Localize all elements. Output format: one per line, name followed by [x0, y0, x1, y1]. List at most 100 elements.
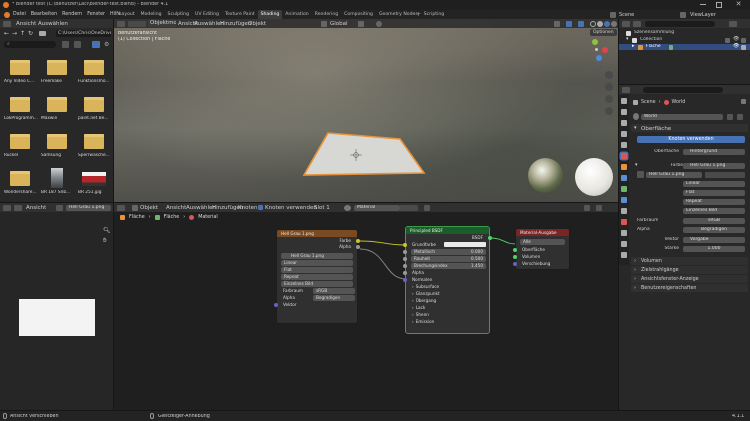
- outliner-row-scene-collection[interactable]: Szenensammlung: [619, 30, 750, 36]
- viewport-editor-icon[interactable]: [117, 20, 125, 27]
- outliner-display-mode-icon[interactable]: [633, 20, 641, 27]
- properties-section-header[interactable]: › Zielstrahlgänge: [631, 266, 748, 274]
- expand-arrow-icon[interactable]: ▾: [626, 36, 629, 42]
- properties-tab-icon[interactable]: [621, 186, 627, 192]
- properties-tab-icon[interactable]: [621, 164, 627, 170]
- bsdf-panel-toggle[interactable]: › Emission: [406, 318, 489, 325]
- zoom-tool-icon[interactable]: [605, 71, 613, 79]
- outliner-row-plane[interactable]: ▸ Fläche 👁︎: [619, 43, 750, 50]
- pan-tool-icon[interactable]: [605, 83, 613, 91]
- file-item[interactable]: BR 187 Snb...: [41, 168, 75, 202]
- file-item[interactable]: Wondershare...: [4, 168, 38, 202]
- eye-icon[interactable]: 👁︎: [733, 36, 739, 42]
- properties-tab-icon[interactable]: [621, 241, 627, 247]
- file-item[interactable]: Funktionsmo...: [78, 57, 112, 91]
- camera-icon[interactable]: [741, 37, 746, 43]
- shading-solid-icon[interactable]: [597, 20, 603, 27]
- workspace-tab[interactable]: Texture Paint: [222, 10, 258, 19]
- snap-icon[interactable]: [358, 20, 364, 27]
- properties-tab-icon[interactable]: [621, 219, 627, 225]
- workspace-tab[interactable]: Layout: [116, 10, 138, 19]
- properties-tab-icon[interactable]: [621, 109, 627, 115]
- shader-node-editor[interactable]: Objekt Ansicht Auswählen Hinzufügen Knot…: [114, 203, 618, 410]
- select-mode-icons[interactable]: [128, 20, 146, 27]
- bsdf-field-row[interactable]: Rauheit 0.500: [403, 255, 489, 262]
- alpha-mode-dropdown[interactable]: Begradigen: [313, 295, 355, 301]
- vector-field[interactable]: Vorgabe: [683, 236, 745, 243]
- properties-search-input[interactable]: [643, 86, 723, 93]
- options-dropdown[interactable]: Optionen: [590, 29, 617, 36]
- properties-section-header[interactable]: › Ansichtsfenster-Anzeige: [631, 275, 748, 283]
- color-input-field[interactable]: Hell Grau 1.png: [683, 162, 745, 169]
- alpha-input-socket[interactable]: [403, 270, 407, 275]
- extension-dropdown[interactable]: Repeat: [683, 199, 745, 205]
- minimize-button[interactable]: [700, 4, 706, 5]
- forward-arrow-icon[interactable]: →: [12, 30, 17, 37]
- file-item[interactable]: paint.net Be...: [78, 94, 112, 128]
- bsdf-field-socket[interactable]: [403, 263, 407, 268]
- file-item[interactable]: Any Video C...: [4, 57, 38, 91]
- expand-arrow-icon[interactable]: ▸: [632, 43, 635, 49]
- world-fake-user-icon[interactable]: [727, 113, 733, 120]
- interpolation-dropdown[interactable]: Linear: [683, 181, 745, 187]
- shading-rendered-icon[interactable]: [611, 20, 617, 27]
- maximize-button[interactable]: [716, 2, 722, 8]
- bsdf-node-header[interactable]: Principled BSDF: [406, 227, 489, 234]
- image-browse-icon[interactable]: [637, 171, 644, 178]
- transform-orientation[interactable]: Global: [330, 21, 348, 27]
- image-node-projection[interactable]: Flat: [281, 267, 353, 273]
- use-nodes-button[interactable]: Knoten verwenden: [637, 136, 745, 143]
- workspace-tab[interactable]: Compositing: [341, 10, 376, 19]
- file-item[interactable]: Ruckel: [4, 131, 38, 165]
- outliner-filter-icon[interactable]: [729, 20, 737, 27]
- view-mode-icon[interactable]: [14, 204, 22, 211]
- strength-field[interactable]: 1.000: [683, 245, 745, 252]
- sort-icon[interactable]: [74, 41, 81, 48]
- camera-icon[interactable]: [741, 44, 746, 50]
- world-name-field[interactable]: World: [641, 113, 723, 120]
- shading-material-icon[interactable]: [604, 20, 610, 27]
- properties-tab-icon[interactable]: [621, 175, 627, 181]
- image-node-interpolation[interactable]: Linear: [281, 260, 353, 266]
- vector-socket[interactable]: [274, 302, 278, 307]
- material-output-node[interactable]: Material-Ausgabe Alle Oberfläche Volumen…: [513, 228, 570, 270]
- world-unlink-icon[interactable]: [737, 113, 743, 120]
- vp-menu-add[interactable]: Hinzufügen: [220, 21, 251, 27]
- shading-wireframe-icon[interactable]: [590, 20, 596, 27]
- workspace-tab[interactable]: Animation: [282, 10, 311, 19]
- properties-tab-icon[interactable]: [621, 131, 627, 137]
- base-color-socket[interactable]: [403, 242, 407, 247]
- workspace-tab[interactable]: Shading: [257, 10, 283, 19]
- filter-icon[interactable]: [92, 41, 100, 48]
- file-item[interactable]: Sperrwasche...: [78, 131, 112, 165]
- properties-editor-icon[interactable]: [622, 86, 630, 93]
- bsdf-field-slider[interactable]: Brechungsindex 1.450: [411, 263, 486, 269]
- overlay-toggle-icon[interactable]: [578, 20, 584, 27]
- blender-menu-icon[interactable]: [4, 11, 10, 18]
- close-button[interactable]: ✕: [734, 0, 743, 9]
- image-node-extension[interactable]: Repeat: [281, 274, 353, 280]
- surface-socket[interactable]: [513, 247, 517, 252]
- bsdf-field-row[interactable]: Brechungsindex 1.450: [403, 262, 489, 269]
- workspace-tab[interactable]: Scripting: [421, 10, 447, 19]
- file-item[interactable]: BR 251.jpg: [78, 168, 112, 202]
- orientation-icon[interactable]: [321, 20, 327, 27]
- outliner-search-input[interactable]: [645, 20, 715, 27]
- output-target-dropdown[interactable]: Alle: [520, 239, 565, 245]
- file-browser-editor-icon[interactable]: [3, 20, 11, 27]
- add-workspace-icon[interactable]: +: [416, 11, 421, 18]
- image-node-source[interactable]: Einzelnes Bild: [281, 281, 353, 287]
- fb-menu-view[interactable]: Ansicht: [16, 21, 36, 27]
- image-node-header[interactable]: Hell Grau 1.png: [277, 230, 357, 237]
- parent-dir-icon[interactable]: ↑: [20, 30, 25, 37]
- eye-icon[interactable]: 👁︎: [733, 43, 739, 49]
- workspace-tab[interactable]: Rendering: [312, 10, 341, 19]
- object-mode-dropdown[interactable]: Objektmodus: [148, 20, 176, 27]
- gizmo-toggle-icon[interactable]: [566, 20, 572, 27]
- panel-expand-icon[interactable]: ▾: [635, 162, 638, 168]
- file-item[interactable]: Freemake: [41, 57, 75, 91]
- menu-item[interactable]: Rendern: [62, 12, 82, 17]
- alpha-socket[interactable]: [356, 244, 360, 249]
- colorspace-dropdown[interactable]: sRGB: [683, 217, 745, 224]
- image-actions-icons[interactable]: [705, 171, 745, 178]
